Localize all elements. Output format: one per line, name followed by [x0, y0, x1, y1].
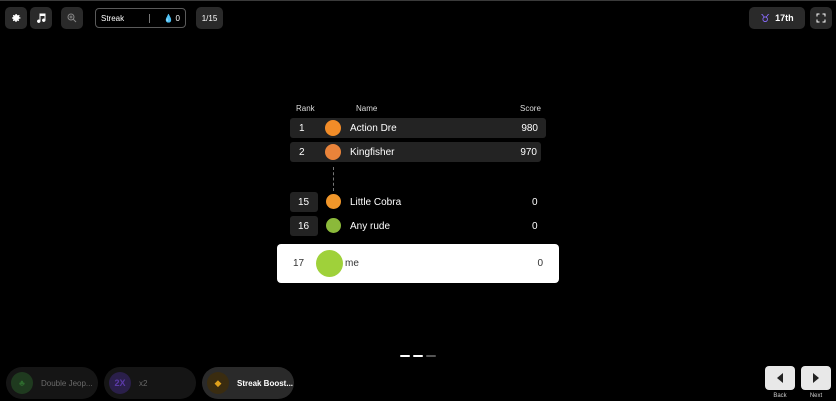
row-name: Kingfisher [350, 147, 395, 158]
page-indicator-1[interactable] [400, 355, 410, 357]
row-name: me [345, 258, 359, 269]
streak-value: 0 [175, 13, 180, 23]
my-rank-badge: ♉ 17th [749, 7, 805, 29]
leaderboard-row: 1 Action Dre 980 [290, 118, 546, 138]
row-name: Little Cobra [350, 197, 402, 208]
back-button[interactable] [765, 366, 795, 390]
streak-divider [148, 13, 150, 23]
row-rank: 1 [299, 123, 305, 134]
next-button[interactable] [801, 366, 831, 390]
header-name: Name [356, 104, 378, 113]
music-button[interactable] [30, 7, 52, 29]
question-counter: 1/15 [196, 7, 223, 29]
avatar [326, 218, 341, 233]
flame-icon: 💧 [163, 13, 174, 23]
question-counter-text: 1/15 [201, 13, 218, 23]
streak-indicator: Streak 💧 0 [95, 8, 186, 28]
gear-icon [12, 13, 21, 23]
row-rank: 16 [290, 216, 318, 236]
powerup-label: Streak Boost... [237, 378, 294, 388]
rank-gap-divider [333, 167, 334, 191]
zoom-in-icon [67, 13, 77, 23]
avatar [325, 144, 341, 160]
row-rank: 15 [290, 192, 318, 212]
row-score: 980 [521, 123, 538, 134]
back-label: Back [773, 393, 787, 399]
avatar [326, 194, 341, 209]
row-score: 0 [537, 258, 543, 269]
page-indicator-2[interactable] [413, 355, 423, 357]
triangle-left-icon [777, 373, 783, 383]
next-label: Next [809, 393, 823, 399]
powerup-label: x2 [139, 378, 148, 388]
triangle-right-icon [813, 373, 819, 383]
double-jeopardy-icon: ♣ [11, 372, 33, 394]
fullscreen-icon [816, 13, 826, 23]
row-name: Action Dre [350, 123, 397, 134]
powerup-double-jeopardy[interactable]: ♣ Double Jeop... [6, 367, 98, 399]
avatar [316, 250, 343, 277]
row-name: Any rude [350, 221, 391, 232]
music-note-icon [37, 13, 46, 23]
header-rank: Rank [296, 104, 315, 113]
top-border [0, 0, 836, 1]
streak-booster-icon: ◆ [207, 372, 229, 394]
my-rank-text: 17th [775, 13, 794, 23]
avatar [325, 120, 341, 136]
page-indicator-3[interactable] [426, 355, 436, 357]
powerup-label: Double Jeop... [41, 378, 93, 388]
leaderboard-row: 2 Kingfisher 970 [290, 142, 541, 162]
x2-icon: 2X [109, 372, 131, 394]
streak-label: Streak [101, 13, 125, 23]
powerup-streak-booster[interactable]: ◆ Streak Boost... [202, 367, 294, 399]
row-score: 0 [532, 221, 538, 232]
row-rank: 17 [293, 258, 305, 269]
row-rank: 2 [299, 147, 305, 158]
settings-button[interactable] [5, 7, 27, 29]
fullscreen-button[interactable] [810, 7, 832, 29]
my-leaderboard-row: 17 me 0 [277, 244, 559, 283]
zoom-button[interactable] [61, 7, 83, 29]
bunny-icon: ♉ [760, 12, 771, 25]
row-score: 970 [520, 147, 537, 158]
header-score: Score [520, 104, 541, 113]
powerup-x2[interactable]: 2X x2 [104, 367, 196, 399]
row-score: 0 [532, 197, 538, 208]
